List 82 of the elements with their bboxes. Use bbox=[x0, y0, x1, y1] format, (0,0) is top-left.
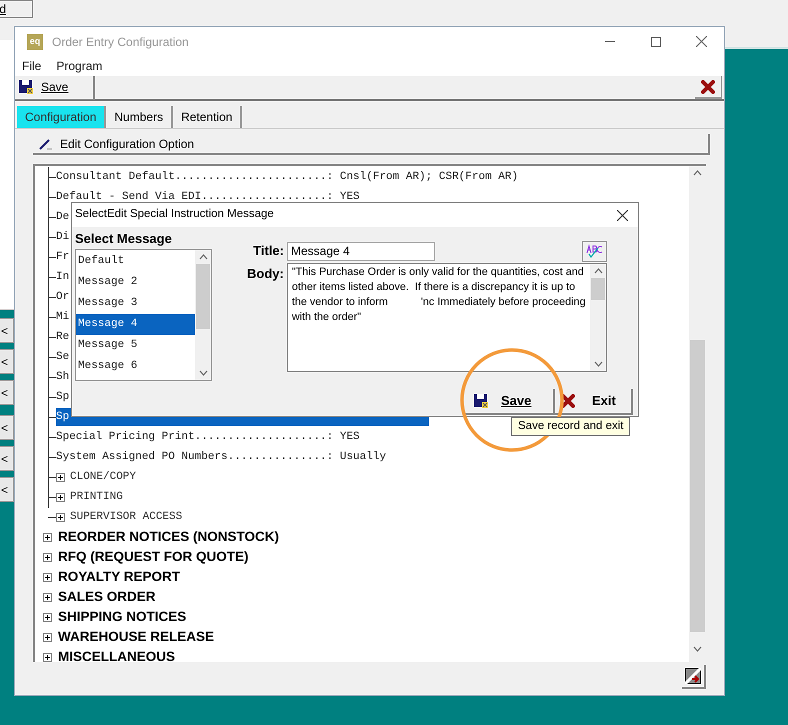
expand-icon[interactable] bbox=[43, 652, 52, 662]
message-list-item[interactable]: Message 6 bbox=[76, 356, 195, 377]
dialog-title: SelectEdit Special Instruction Message bbox=[75, 207, 274, 222]
setting-row[interactable]: Di bbox=[56, 228, 70, 246]
background-button[interactable]: < bbox=[0, 380, 14, 405]
setting-row[interactable]: In bbox=[56, 268, 70, 286]
setting-row[interactable]: Default - Send Via EDI...................: YES bbox=[56, 188, 360, 206]
expand-icon[interactable] bbox=[43, 632, 52, 642]
message-list-item[interactable]: Message 2 bbox=[76, 272, 195, 293]
scroll-down-icon[interactable] bbox=[198, 370, 208, 376]
expand-icon[interactable] bbox=[43, 612, 52, 622]
tree-group-label[interactable]: SALES ORDER bbox=[58, 586, 156, 608]
save-button[interactable]: Save bbox=[15, 76, 95, 100]
spell-check-button[interactable] bbox=[582, 240, 607, 262]
menu-item[interactable]: Program bbox=[56, 57, 102, 75]
scroll-up-icon[interactable] bbox=[594, 268, 602, 274]
setting-row[interactable]: System Assigned PO Numbers...............: Usually bbox=[56, 448, 386, 466]
setting-row[interactable]: Or bbox=[56, 288, 70, 306]
edit-configuration-button[interactable]: Edit Configuration Option bbox=[33, 134, 710, 155]
close-button[interactable] bbox=[695, 76, 722, 99]
tree-group-label[interactable]: SHIPPING NOTICES bbox=[58, 606, 186, 628]
body-field[interactable]: "This Purchase Order is only valid for the quantities, cost and other items listed above. If there is a discrepancy it is up to the vendor to inform 'nc Immediately before proceeding with the order" bbox=[286, 263, 607, 372]
tree-group-label[interactable]: REORDER NOTICES (NONSTOCK) bbox=[58, 526, 280, 548]
close-icon[interactable] bbox=[696, 36, 707, 47]
expand-icon[interactable] bbox=[56, 492, 65, 502]
background-button[interactable]: < bbox=[0, 415, 14, 440]
expand-icon[interactable] bbox=[43, 572, 52, 582]
window-title: Order Entry Configuration bbox=[52, 34, 189, 50]
scroll-down-icon[interactable] bbox=[693, 646, 702, 652]
setting-row[interactable]: Sp bbox=[56, 388, 70, 406]
save-button[interactable]: Save bbox=[465, 389, 555, 415]
tree-group-label[interactable]: ROYALTY REPORT bbox=[58, 566, 180, 588]
expand-icon[interactable] bbox=[43, 592, 52, 602]
cross-icon bbox=[700, 78, 716, 94]
tree-group-label[interactable]: MISCELLANEOUS bbox=[58, 646, 176, 662]
background-button[interactable]: < bbox=[0, 349, 14, 374]
tree-group-label[interactable]: CLONE/COPY bbox=[70, 468, 136, 486]
scroll-up-icon[interactable] bbox=[198, 254, 208, 260]
tooltip: Save record and exit bbox=[511, 417, 630, 436]
message-list-item[interactable]: Message 5 bbox=[76, 335, 195, 356]
tab[interactable]: Configuration bbox=[17, 106, 106, 128]
scrollbar-thumb[interactable] bbox=[591, 278, 605, 300]
tree-group-label[interactable]: PRINTING bbox=[70, 488, 123, 506]
scrollbar-thumb[interactable] bbox=[196, 264, 210, 329]
close-icon[interactable] bbox=[617, 210, 628, 220]
pencil-icon bbox=[39, 138, 53, 150]
expand-icon[interactable] bbox=[56, 512, 65, 522]
message-list-item[interactable]: Default bbox=[76, 251, 195, 272]
setting-row[interactable]: De bbox=[56, 208, 70, 226]
background-button[interactable]: d bbox=[0, 0, 33, 18]
background-button[interactable]: < bbox=[0, 318, 14, 343]
setting-row[interactable]: Special Pricing Print....................: YES bbox=[56, 428, 360, 446]
tree-group-label[interactable]: RFQ (REQUEST FOR QUOTE) bbox=[58, 546, 248, 568]
exit-button[interactable]: Exit bbox=[555, 389, 633, 415]
expand-icon[interactable] bbox=[43, 532, 52, 542]
body-label: Body: bbox=[247, 265, 284, 283]
menu-item[interactable]: File bbox=[22, 57, 42, 75]
list-heading: Select Message bbox=[75, 231, 173, 246]
tree-group-label[interactable]: WAREHOUSE RELEASE bbox=[58, 626, 214, 648]
setting-row[interactable]: Sh bbox=[56, 368, 70, 386]
scrollbar[interactable] bbox=[195, 250, 211, 380]
scrollbar-thumb[interactable] bbox=[690, 340, 705, 632]
tree-group-label[interactable]: SUPERVISOR ACCESS bbox=[70, 508, 182, 526]
title-field[interactable]: Message 4 bbox=[287, 242, 435, 260]
setting-row[interactable]: Re bbox=[56, 328, 70, 346]
app-logo: eq bbox=[27, 34, 43, 50]
setting-row[interactable]: Se bbox=[56, 348, 70, 366]
expand-icon[interactable] bbox=[56, 472, 65, 482]
cross-icon bbox=[560, 393, 576, 409]
setting-row[interactable]: Mi bbox=[56, 308, 70, 326]
message-list-item[interactable]: Message 4 bbox=[76, 314, 195, 335]
scroll-up-icon[interactable] bbox=[693, 170, 702, 176]
background-button[interactable]: < bbox=[0, 477, 14, 502]
title-label: Title: bbox=[252, 242, 284, 260]
exit-door-button[interactable] bbox=[682, 665, 706, 689]
background-button[interactable]: < bbox=[0, 446, 14, 471]
expand-icon[interactable] bbox=[43, 552, 52, 562]
scroll-down-icon[interactable] bbox=[594, 361, 602, 367]
message-list-item[interactable]: Message 3 bbox=[76, 293, 195, 314]
setting-row[interactable]: Consultant Default.......................: Cnsl(From AR); CSR(From AR) bbox=[56, 168, 518, 186]
scrollbar[interactable] bbox=[689, 166, 706, 662]
setting-row[interactable]: Fr bbox=[56, 248, 70, 266]
